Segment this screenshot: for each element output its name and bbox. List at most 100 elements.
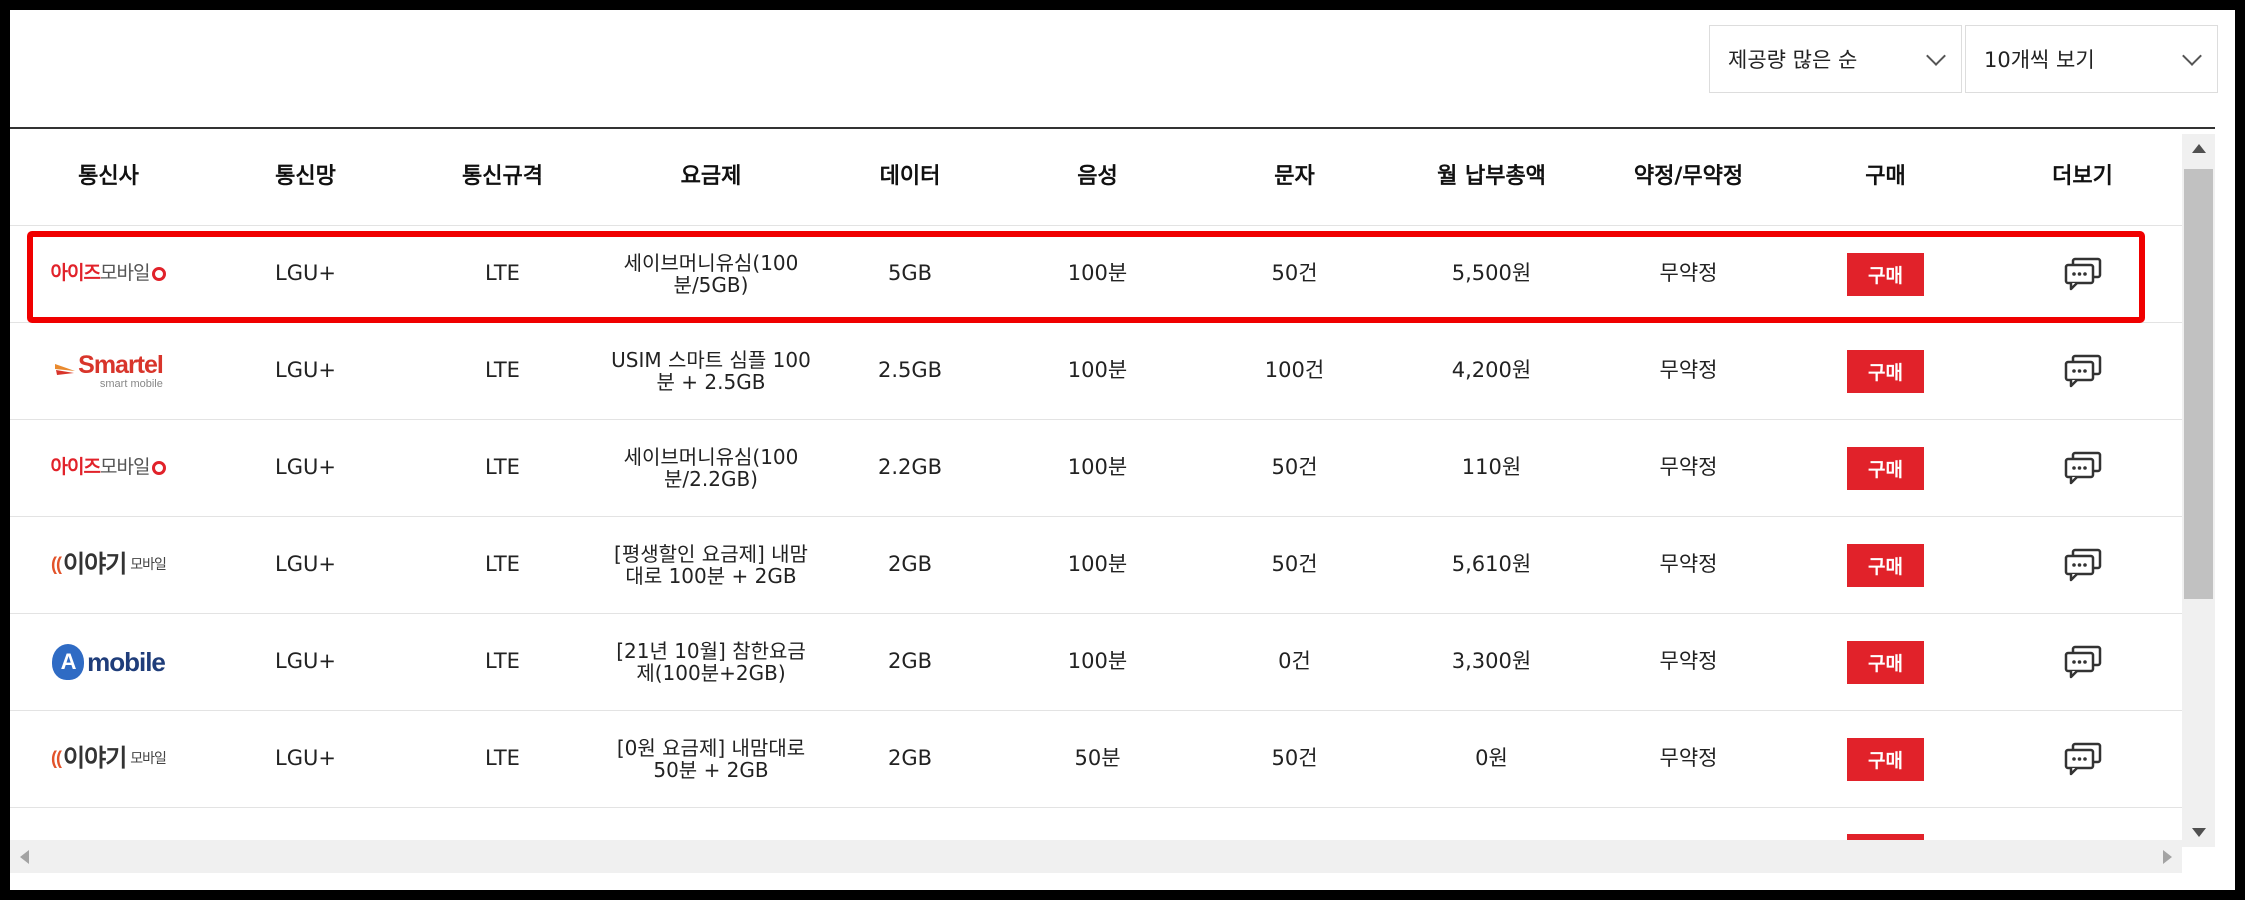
page-size-select[interactable]: 10개씩 보기 — [1965, 25, 2218, 93]
target-ring-icon — [152, 460, 167, 475]
plan-cell: USIM 스마트 심플 100분 + 2.5GB — [601, 323, 821, 419]
chat-bubbles-icon[interactable] — [2063, 742, 2103, 776]
scroll-down-icon[interactable] — [2192, 828, 2206, 837]
page-frame: 제공량 많은 순 10개씩 보기 통신사 통신망 통신규격 요금제 데이터 음성… — [10, 10, 2235, 890]
carrier-cell: ((이야기 모바일 — [10, 517, 207, 613]
network-cell: LGU+ — [275, 746, 336, 771]
carrier-cell: ((이야기 모바일 — [10, 711, 207, 807]
vertical-scrollbar-thumb[interactable] — [2184, 169, 2213, 599]
chat-bubbles-icon[interactable] — [2063, 548, 2103, 582]
plan-name: 세이브머니유심(100분/2.2GB) — [623, 445, 799, 491]
carrier-cell: 아이즈 모바일 — [10, 226, 207, 322]
more-cell — [1984, 323, 2181, 419]
more-cell — [1984, 614, 2181, 710]
plan-name: 세이브머니유심(100분/5GB) — [623, 251, 799, 297]
buy-cell: 구매 — [1787, 226, 1984, 322]
buy-button[interactable]: 구매 — [1847, 252, 1924, 296]
table-row: Smartel smart mobile LGU+ LTE USIM 스마트 심… — [10, 323, 2182, 420]
table-row-partial — [10, 808, 2182, 840]
chat-bubbles-icon[interactable] — [2063, 451, 2103, 485]
standard-cell: LTE — [485, 649, 520, 674]
standard-cell: LTE — [485, 552, 520, 577]
vertical-scrollbar[interactable] — [2182, 134, 2215, 847]
table-row: ((이야기 모바일 LGU+ LTE [평생할인 요금제] 내맘대로 100분 +… — [10, 517, 2182, 614]
header-sms: 문자 — [1274, 163, 1315, 189]
sms-cell: 50건 — [1271, 455, 1318, 480]
scroll-up-icon[interactable] — [2192, 144, 2206, 153]
buy-button[interactable]: 구매 — [1847, 640, 1924, 684]
network-cell: LGU+ — [275, 358, 336, 383]
more-cell — [1984, 420, 2181, 516]
buy-cell: 구매 — [1787, 614, 1984, 710]
logo-text: mobile — [87, 646, 166, 677]
monthly-cell: 4,200원 — [1451, 358, 1532, 383]
contract-cell: 무약정 — [1659, 649, 1718, 674]
scroll-left-icon[interactable] — [20, 850, 29, 864]
carrier-cell: Amobile — [10, 614, 207, 710]
standard-cell: LTE — [485, 261, 520, 286]
table-row: 아이즈 모바일 LGU+ LTE 세이브머니유심(100분/2.2GB) 2.2G… — [10, 420, 2182, 517]
chat-bubbles-icon[interactable] — [2063, 645, 2103, 679]
monthly-cell: 110원 — [1461, 455, 1522, 480]
sms-cell: 100건 — [1264, 358, 1325, 383]
logo-text: 이야기 — [63, 744, 127, 772]
buy-button[interactable]: 구매 — [1847, 349, 1924, 393]
header-voice: 음성 — [1077, 163, 1118, 189]
header-plan: 요금제 — [680, 163, 742, 189]
horizontal-scrollbar[interactable] — [10, 840, 2182, 873]
buy-button[interactable]: 구매 — [1847, 446, 1924, 490]
buy-button[interactable]: 구매 — [1847, 543, 1924, 587]
plan-table-viewport[interactable]: 통신사 통신망 통신규격 요금제 데이터 음성 문자 월 납부총액 약정/무약정… — [10, 129, 2182, 840]
eyes-mobile-logo: 아이즈 모바일 — [51, 457, 167, 479]
voice-cell: 100분 — [1067, 552, 1128, 577]
data-cell: 2.5GB — [877, 358, 943, 383]
smartel-swoosh-icon — [55, 364, 76, 375]
sort-select[interactable]: 제공량 많은 순 — [1709, 25, 1962, 93]
contract-cell: 무약정 — [1659, 746, 1718, 771]
signal-wave-icon: (( — [51, 748, 62, 769]
chat-bubbles-icon[interactable] — [2063, 354, 2103, 388]
chevron-down-icon — [2182, 46, 2202, 66]
contract-cell: 무약정 — [1659, 358, 1718, 383]
chat-bubbles-icon[interactable] — [2063, 257, 2103, 291]
data-cell: 2.2GB — [877, 455, 943, 480]
logo-text: smart mobile — [99, 377, 163, 390]
a-mobile-logo: Amobile — [52, 644, 166, 680]
a-badge-icon: A — [52, 644, 85, 680]
data-cell: 5GB — [887, 261, 933, 286]
buy-cell: 구매 — [1787, 323, 1984, 419]
iyagi-mobile-logo: ((이야기 모바일 — [51, 551, 167, 578]
network-cell: LGU+ — [275, 455, 336, 480]
buy-button[interactable]: 구매 — [1847, 737, 1924, 781]
network-cell: LGU+ — [275, 649, 336, 674]
plan-name: [평생할인 요금제] 내맘대로 100분 + 2GB — [614, 542, 808, 588]
header-more: 더보기 — [2052, 163, 2113, 189]
header-data: 데이터 — [879, 163, 941, 189]
sms-cell: 0건 — [1278, 649, 1311, 674]
standard-cell: LTE — [485, 746, 520, 771]
contract-cell: 무약정 — [1659, 552, 1718, 577]
buy-cell: 구매 — [1787, 420, 1984, 516]
logo-text: Smartel — [78, 350, 164, 379]
sms-cell: 50건 — [1271, 746, 1318, 771]
carrier-cell: Smartel smart mobile — [10, 323, 207, 419]
plan-cell: [평생할인 요금제] 내맘대로 100분 + 2GB — [601, 517, 821, 613]
table-row: ((이야기 모바일 LGU+ LTE [0원 요금제] 내맘대로 50분 + 2G… — [10, 711, 2182, 808]
buy-cell: 구매 — [1787, 517, 1984, 613]
plan-cell: [21년 10월] 참한요금제(100분+2GB) — [601, 614, 821, 710]
header-standard: 통신규격 — [462, 163, 543, 189]
buy-cell — [1787, 808, 1984, 840]
voice-cell: 50분 — [1074, 746, 1121, 771]
standard-cell: LTE — [485, 358, 520, 383]
contract-cell: 무약정 — [1659, 455, 1718, 480]
plan-name: USIM 스마트 심플 100분 + 2.5GB — [611, 348, 811, 394]
iyagi-mobile-logo: ((이야기 모바일 — [51, 744, 167, 772]
monthly-cell: 5,610원 — [1451, 552, 1532, 577]
plan-table: 통신사 통신망 통신규격 요금제 데이터 음성 문자 월 납부총액 약정/무약정… — [10, 129, 2182, 840]
scroll-right-icon[interactable] — [2163, 850, 2172, 864]
sms-cell: 50건 — [1271, 261, 1318, 286]
logo-text: 아이즈 — [50, 262, 101, 284]
chevron-down-icon — [1926, 46, 1946, 66]
carrier-cell — [10, 808, 207, 840]
voice-cell: 100분 — [1067, 358, 1128, 383]
